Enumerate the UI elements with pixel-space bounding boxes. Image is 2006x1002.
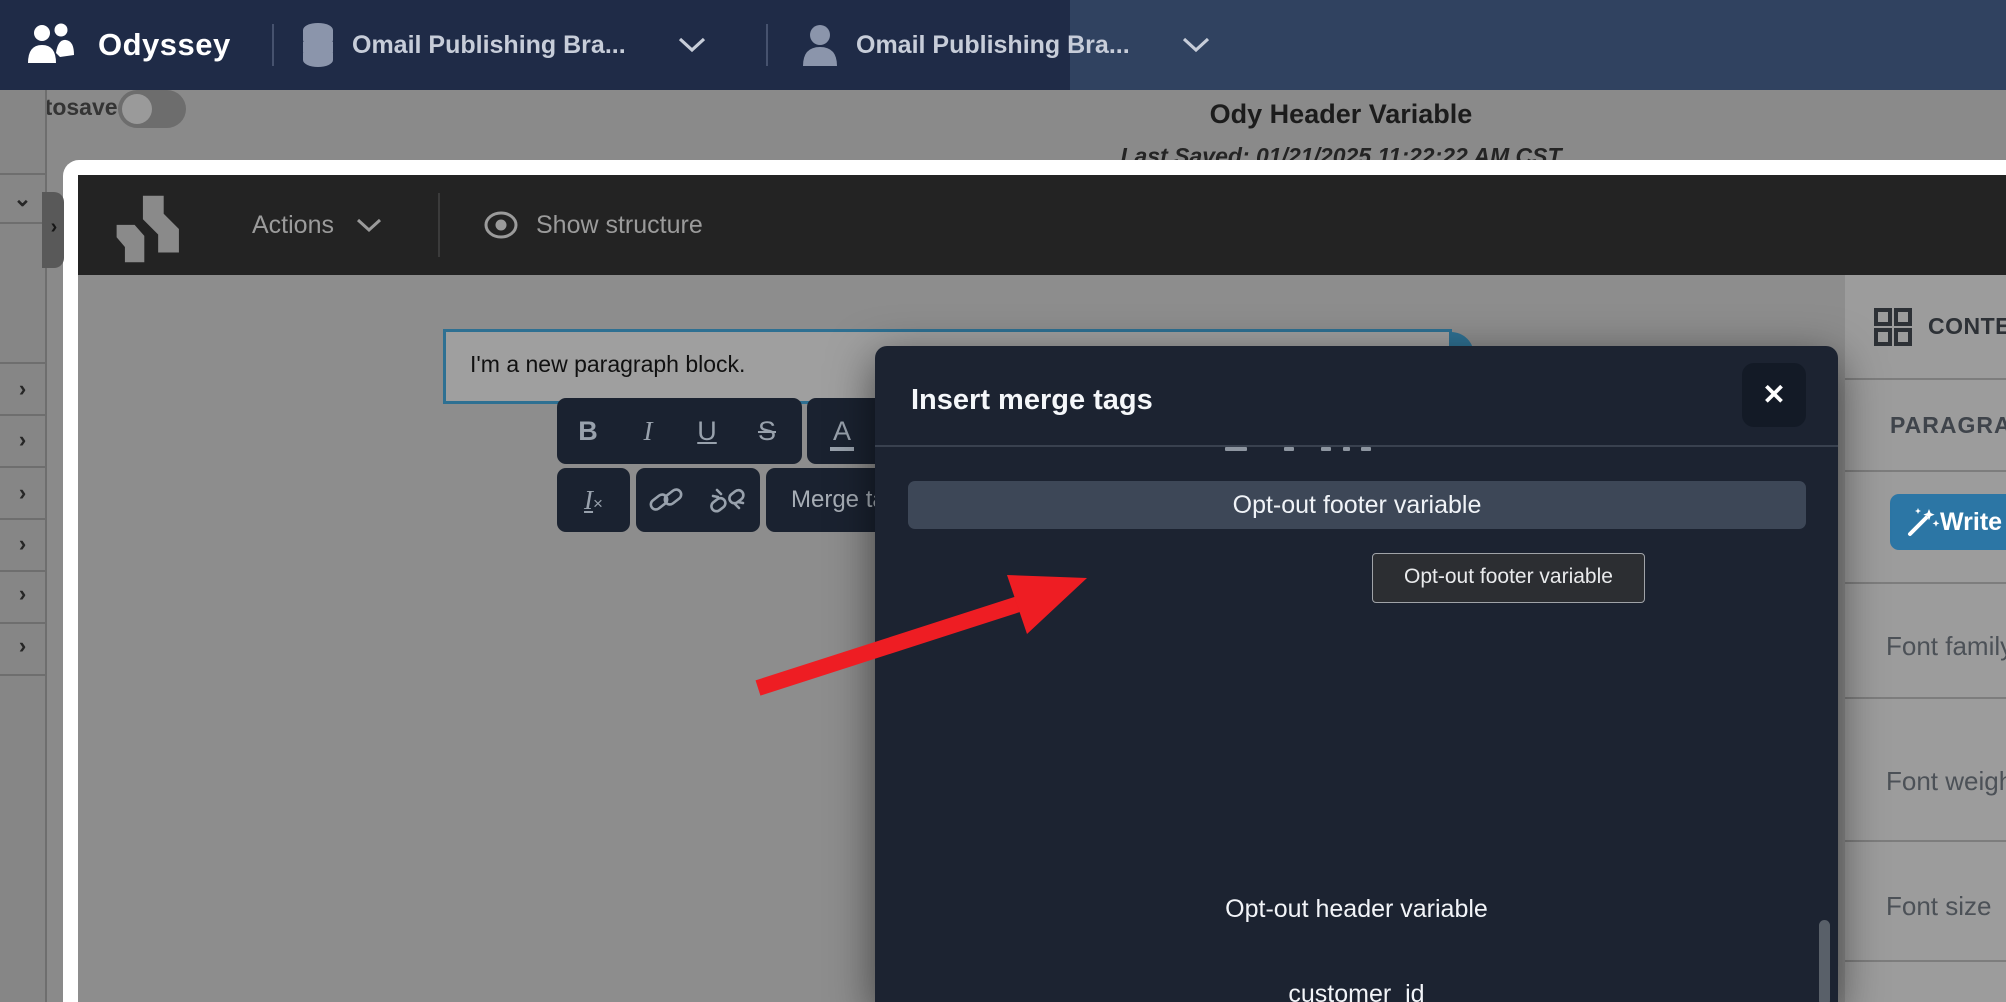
clear-format-x: × (593, 494, 603, 513)
rail-divider (0, 570, 45, 572)
tab-content[interactable]: CONTENT (1928, 313, 2006, 340)
expand-chevron-icon[interactable]: › (0, 376, 45, 402)
font-weight-field[interactable]: Font weight (1886, 766, 2006, 797)
actions-dropdown[interactable]: Actions (252, 175, 382, 275)
sidebar-divider (1845, 470, 2006, 472)
paragraph-text: I'm a new paragraph block. (470, 351, 745, 378)
tooltip: Opt-out footer variable (1372, 553, 1645, 603)
brand-title: Odyssey (98, 0, 231, 90)
flap-chevron-icon: › (44, 216, 64, 239)
collapse-chevron-icon[interactable]: ⌄ (0, 186, 45, 212)
top-navbar: Odyssey Omail Publishing Bra... Omail Pu… (0, 0, 2006, 90)
font-size-field[interactable]: Font size (1886, 891, 1992, 922)
person-icon (800, 22, 840, 68)
content-grid-icon (1874, 308, 1912, 346)
write-button-label: Write (1940, 508, 2002, 537)
link-group (636, 468, 760, 532)
toggle-knob (122, 94, 152, 124)
workspace-selector[interactable]: Omail Publishing Bra... (300, 0, 706, 90)
merge-tags-label: Merge ta (766, 486, 886, 514)
clipped-item-remnant (1284, 447, 1294, 451)
expand-chevron-icon[interactable]: › (0, 427, 45, 453)
app-root: Odyssey Omail Publishing Bra... Omail Pu… (0, 0, 2006, 1002)
clipped-item-remnant (1321, 447, 1331, 451)
expand-chevron-icon[interactable]: › (0, 633, 45, 659)
modal-title: Insert merge tags (911, 384, 1153, 417)
navbar-divider (272, 24, 274, 66)
clipped-item-remnant (1225, 447, 1247, 451)
odyssey-people-icon (26, 21, 76, 69)
document-title: Ody Header Variable (1041, 99, 1641, 130)
paragraph-section-title: PARAGRAPH (1890, 412, 2006, 439)
insert-merge-tags-modal: Insert merge tags ✕ Opt-out footer varia… (875, 346, 1838, 1002)
editor-brand-logo (110, 193, 198, 265)
bold-button[interactable]: B (557, 416, 619, 447)
database-icon (300, 22, 336, 68)
clipped-item-remnant (1343, 447, 1350, 451)
format-toolbar-text-group: B I U S (557, 398, 802, 464)
clear-format-button[interactable]: I× (557, 485, 630, 516)
sidebar-divider (1845, 378, 2006, 380)
rail-divider (0, 466, 45, 468)
chevron-down-icon (356, 218, 382, 233)
rail-divider (0, 173, 45, 175)
navbar-right-section (1070, 0, 2006, 90)
rail-divider (0, 674, 45, 676)
sidebar-divider (1845, 582, 2006, 584)
rail-divider (0, 414, 45, 416)
actions-label: Actions (252, 211, 334, 240)
underline-button[interactable]: U (677, 416, 737, 447)
clear-format-group: I× (557, 468, 630, 532)
editor-header: Actions Show structure (78, 175, 2006, 275)
unlink-icon[interactable] (709, 484, 747, 516)
merge-tag-option[interactable]: Opt-out header variable (875, 892, 1838, 926)
font-family-field[interactable]: Font family (1886, 631, 2006, 662)
expand-chevron-icon[interactable]: › (0, 581, 45, 607)
write-button[interactable]: Write (1890, 494, 2006, 550)
header-divider (438, 193, 440, 257)
rail-divider (0, 222, 45, 224)
account-selector[interactable]: Omail Publishing Bra... (800, 0, 1210, 90)
chevron-down-icon (678, 37, 706, 53)
expand-chevron-icon[interactable]: › (0, 531, 45, 557)
text-color-button[interactable]: A (807, 416, 877, 447)
chevron-down-icon (1182, 37, 1210, 53)
merge-tag-option[interactable]: customer_id (875, 977, 1838, 1002)
rail-divider (0, 622, 45, 624)
eye-icon (484, 211, 518, 239)
sidebar-divider (1845, 840, 2006, 842)
account-selector-label: Omail Publishing Bra... (856, 31, 1130, 60)
close-button[interactable]: ✕ (1742, 363, 1806, 427)
close-icon: ✕ (1762, 379, 1785, 410)
modal-scrollbar-thumb[interactable] (1819, 920, 1830, 1002)
show-structure-button[interactable]: Show structure (484, 175, 703, 275)
sidebar-divider (1845, 697, 2006, 699)
show-structure-label: Show structure (536, 211, 703, 240)
expand-chevron-icon[interactable]: › (0, 480, 45, 506)
text-color-glyph: A (830, 416, 854, 451)
link-icon[interactable] (649, 485, 683, 515)
clear-format-glyph: I (584, 485, 593, 515)
modal-header-divider (875, 445, 1838, 447)
strikethrough-button[interactable]: S (737, 416, 797, 447)
clipped-item-remnant (1361, 447, 1371, 451)
sidebar-divider (1845, 960, 2006, 962)
merge-tag-option-highlighted[interactable]: Opt-out footer variable (908, 481, 1806, 529)
rail-divider (0, 362, 45, 364)
autosave-toggle[interactable] (118, 90, 186, 128)
workspace-selector-label: Omail Publishing Bra... (352, 31, 626, 60)
italic-button[interactable]: I (619, 416, 677, 447)
magic-wand-icon (1906, 506, 1940, 538)
navbar-divider (766, 24, 768, 66)
rail-divider (0, 518, 45, 520)
